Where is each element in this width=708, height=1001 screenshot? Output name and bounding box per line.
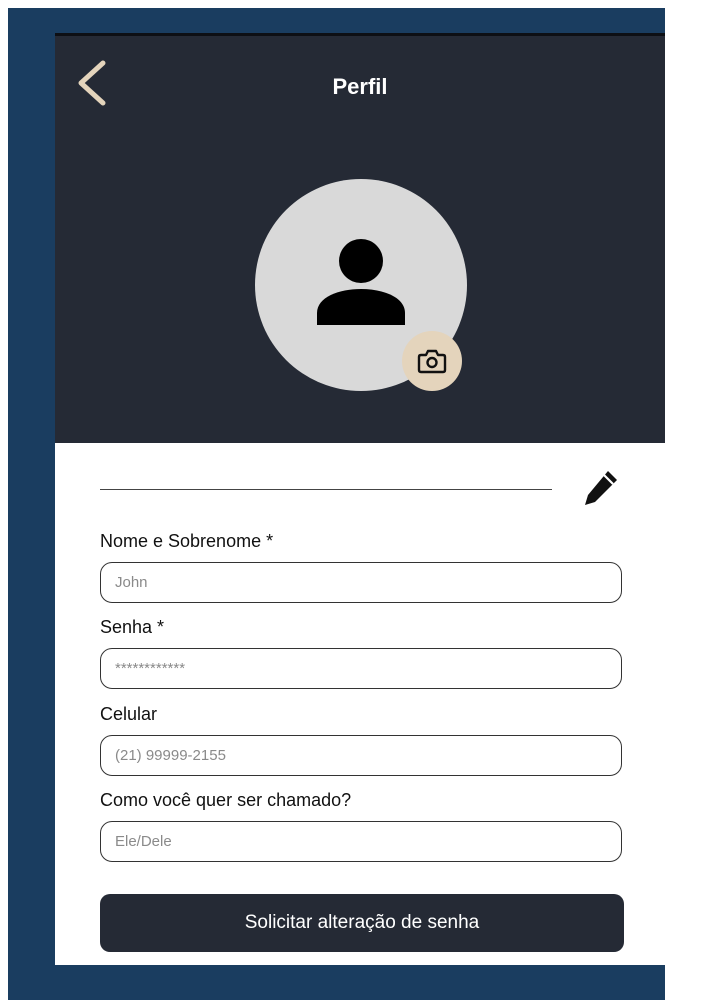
nickname-field[interactable] — [100, 821, 622, 862]
nickname-label: Como você quer ser chamado? — [100, 790, 352, 810]
camera-icon — [417, 349, 447, 374]
name-label: Nome e Sobrenome * — [100, 531, 274, 551]
change-photo-button[interactable] — [402, 331, 462, 391]
profile-screen: Perfil Nome e Sobrenome * Senha * — [55, 33, 665, 965]
name-divider — [100, 489, 552, 490]
pencil-icon — [585, 471, 617, 505]
profile-form: Nome e Sobrenome * Senha * Celular Como … — [55, 443, 665, 965]
page-title: Perfil — [332, 74, 388, 99]
user-icon — [317, 239, 405, 325]
edit-name-button[interactable] — [581, 467, 621, 509]
password-field[interactable] — [100, 648, 622, 689]
phone-field[interactable] — [100, 735, 622, 776]
password-label: Senha * — [100, 617, 165, 637]
phone-label: Celular — [100, 704, 158, 724]
name-field[interactable] — [100, 562, 622, 603]
profile-header: Perfil — [55, 33, 665, 443]
request-password-change-button[interactable]: Solicitar alteração de senha — [100, 894, 624, 952]
